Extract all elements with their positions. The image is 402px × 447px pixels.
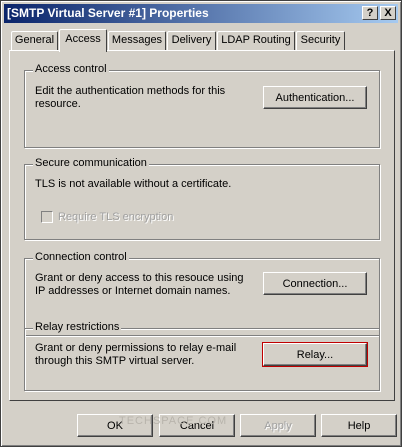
access-control-label: Access control (33, 63, 109, 75)
tls-status-text: TLS is not available without a certifica… (35, 178, 232, 190)
help-title-button[interactable]: ? (362, 6, 378, 20)
require-tls-label: Require TLS encryption (58, 211, 174, 223)
close-button[interactable]: X (380, 6, 396, 20)
connection-control-line-1: Grant or deny access to this resouce usi… (35, 272, 244, 284)
access-control-description: Edit the authentication methods for this… (35, 85, 225, 111)
secure-communication-label: Secure communication (33, 157, 149, 169)
tab-security[interactable]: Security (296, 31, 345, 50)
connection-control-line-2: IP addresses or Internet domain names. (35, 285, 231, 297)
tab-delivery[interactable]: Delivery (167, 31, 216, 50)
apply-button[interactable]: Apply (240, 414, 316, 437)
relay-button[interactable]: Relay... (262, 342, 368, 367)
connection-control-label: Connection control (33, 251, 129, 263)
relay-restrictions-label: Relay restrictions (33, 321, 122, 333)
secure-communication-group: Secure communication TLS is not availabl… (24, 157, 380, 240)
connection-button[interactable]: Connection... (263, 272, 367, 295)
access-tab-panel: Access control Edit the authentication m… (9, 50, 395, 401)
relay-restrictions-group: Relay restrictions Grant or deny permiss… (24, 321, 380, 391)
tab-general[interactable]: General (11, 31, 58, 50)
title-bar[interactable]: [SMTP Virtual Server #1] Properties ? X (4, 4, 398, 23)
tab-access[interactable]: Access (59, 29, 107, 52)
relay-restrictions-description: Grant or deny permissions to relay e-mai… (35, 342, 236, 368)
access-control-line-2: resource. (35, 98, 81, 110)
window-title: [SMTP Virtual Server #1] Properties (7, 6, 209, 20)
connection-control-description: Grant or deny access to this resouce usi… (35, 272, 244, 298)
access-control-line-1: Edit the authentication methods for this (35, 85, 226, 97)
tab-ldap-routing[interactable]: LDAP Routing (217, 31, 295, 50)
authentication-button[interactable]: Authentication... (263, 86, 367, 109)
relay-restrictions-line-2: through this SMTP virtual server. (35, 355, 195, 367)
access-control-group: Access control Edit the authentication m… (24, 63, 380, 148)
require-tls-checkbox[interactable] (41, 211, 53, 223)
tab-messages[interactable]: Messages (108, 31, 166, 50)
relay-restrictions-line-1: Grant or deny permissions to relay e-mai… (35, 342, 237, 354)
properties-dialog: [SMTP Virtual Server #1] Properties ? X … (0, 0, 402, 447)
watermark: TECHSPACE.COM (119, 415, 228, 427)
help-button[interactable]: Help (321, 414, 397, 437)
